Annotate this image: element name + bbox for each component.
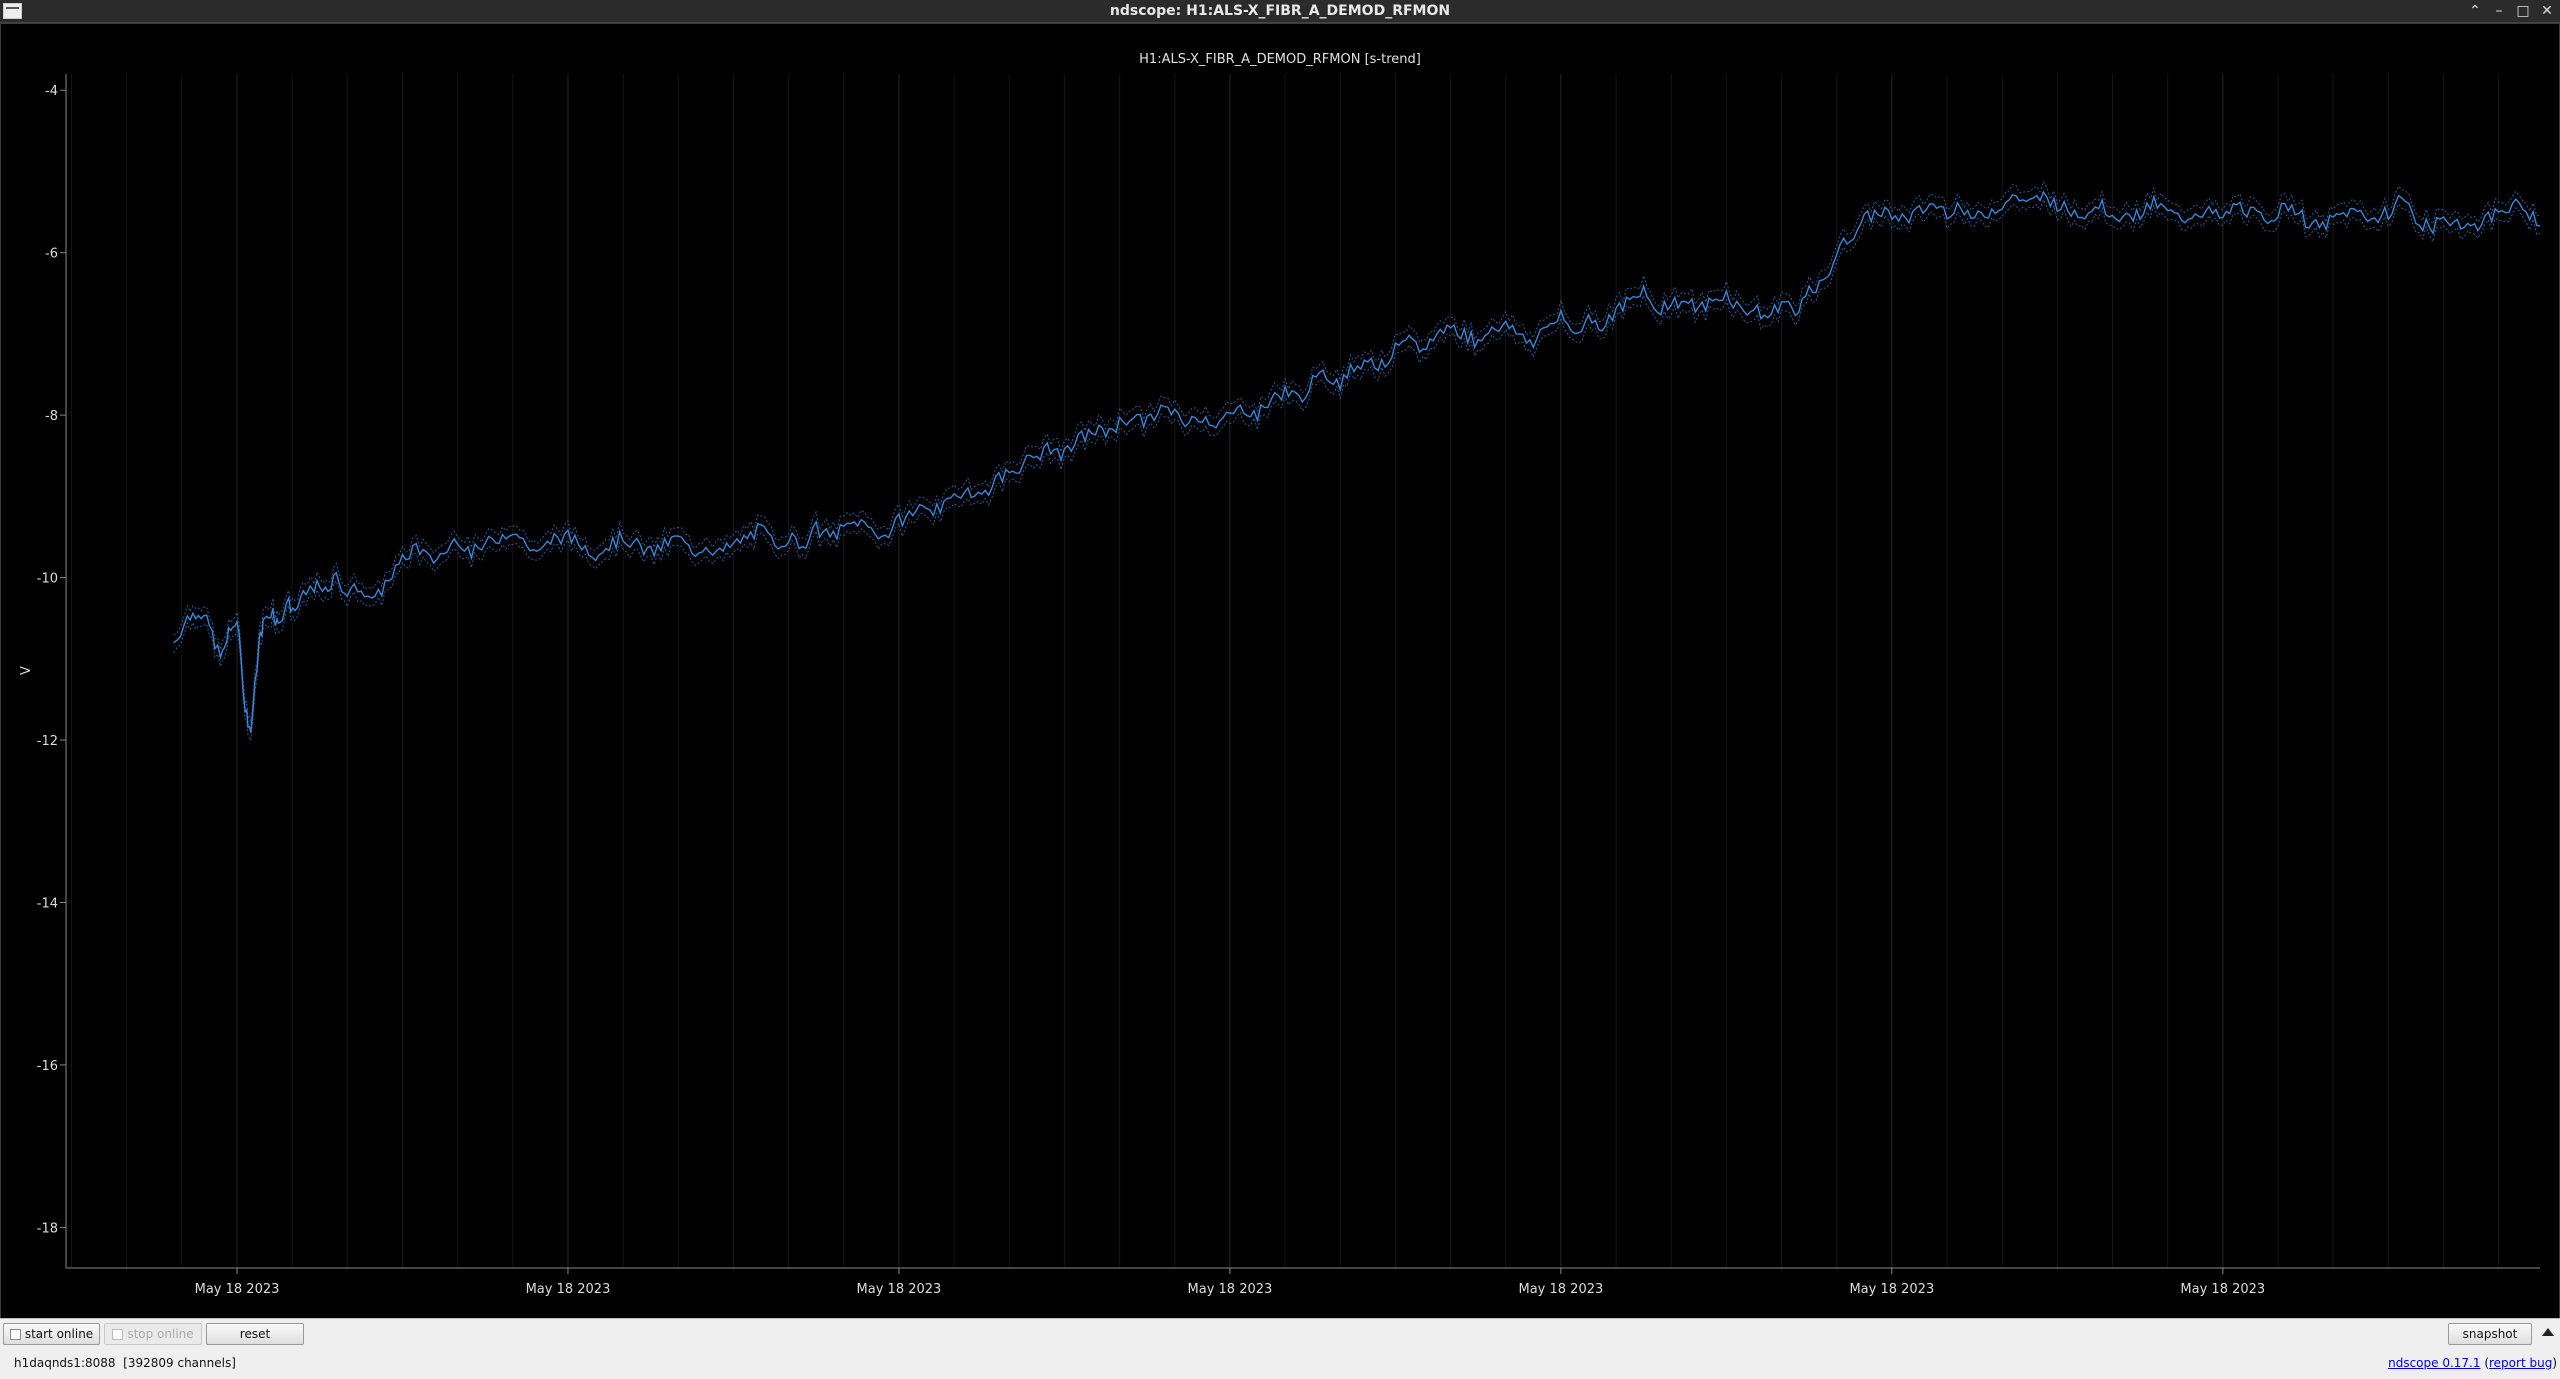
report-bug-link[interactable]: report bug [2489,1356,2552,1370]
y-tick-label: -16 [37,1059,58,1074]
bottom-toolbar: start online stop online reset snapshot … [0,1318,2560,1379]
x-tick-label-date: May 18 2023 [195,1282,280,1297]
y-tick-label: -12 [37,734,58,749]
x-tick-label-date: May 18 2023 [857,1282,942,1297]
stop-icon [112,1328,124,1340]
stop-online-button: stop online [104,1323,202,1345]
expand-panel-icon[interactable] [2542,1328,2554,1336]
y-tick-label: -8 [45,409,58,424]
trend-plot[interactable]: -4 -6 -8 -10 -12 -14 -16 -18 May 18 2023 00:42:4… [0,0,2560,1378]
version-info: ndscope 0.17.1 (report bug) [2388,1356,2557,1370]
y-tick-label: -18 [37,1221,58,1236]
x-tick-label-time: 00:46:46 UTC [855,1300,943,1315]
y-axis-label: V [18,666,34,675]
play-icon [9,1328,21,1340]
start-online-button[interactable]: start online [3,1323,100,1345]
x-tick-labels: May 18 2023 00:42:46 UTC May 18 2023 00:44:… [193,1282,2267,1315]
plot-grid [71,74,2500,1268]
y-tick-labels: -4 -6 -8 -10 -12 -14 -16 -18 [37,84,58,1236]
x-tick-label-time: 00:42:46 UTC [193,1300,281,1315]
x-tick-label-date: May 18 2023 [1518,1282,1603,1297]
plot-title: H1:ALS-X_FIBR_A_DEMOD_RFMON [s-trend] [1139,52,1421,67]
stop-online-label: stop online [127,1327,194,1341]
x-tick-label-time: 00:54:46 UTC [2179,1300,2267,1315]
channel-count: [392809 channels] [123,1356,236,1370]
start-online-label: start online [24,1327,94,1341]
y-tick-label: -6 [45,247,58,262]
trace-min-envelope [173,198,2540,743]
reset-button[interactable]: reset [206,1323,304,1345]
reset-label: reset [239,1327,271,1341]
plot-traces [173,180,2540,743]
x-tick-label-date: May 18 2023 [1849,1282,1934,1297]
server-address: h1daqnds1:8088 [14,1356,116,1370]
server-status: h1daqnds1:8088 [392809 channels] [14,1356,236,1370]
x-tick-label-time: 00:52:46 UTC [1848,1300,1936,1315]
y-tick-label: -4 [45,84,58,99]
version-link[interactable]: ndscope 0.17.1 [2388,1356,2480,1370]
trace-mean-line [173,190,2540,733]
x-tick-label-date: May 18 2023 [526,1282,611,1297]
x-tick-label-date: May 18 2023 [2180,1282,2265,1297]
x-tick-label-time: 00:50:46 UTC [1517,1300,1605,1315]
trace-max-envelope [173,180,2540,723]
x-tick-label-time: 00:44:46 UTC [524,1300,612,1315]
x-tick-label-time: 00:48:46 UTC [1186,1300,1274,1315]
y-tick-label: -14 [37,896,58,911]
y-tick-label: -10 [37,572,58,587]
snapshot-button[interactable]: snapshot [2448,1323,2532,1345]
snapshot-label: snapshot [2462,1327,2518,1341]
x-tick-label-date: May 18 2023 [1188,1282,1273,1297]
